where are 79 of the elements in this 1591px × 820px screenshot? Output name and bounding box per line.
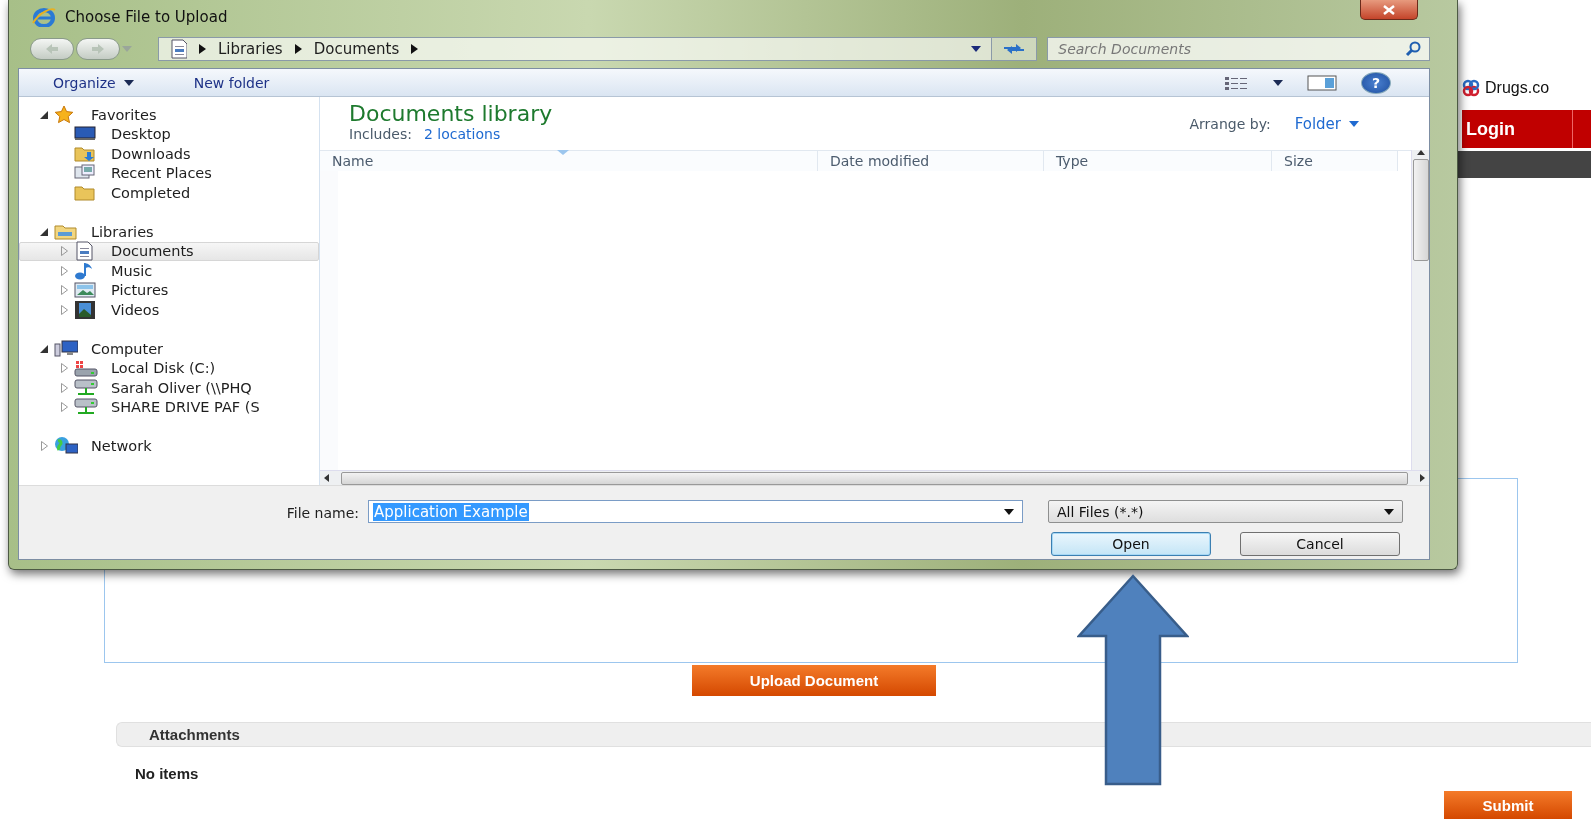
close-button[interactable] xyxy=(1360,0,1418,20)
caret-icon xyxy=(971,46,982,52)
browser-icon xyxy=(31,7,57,27)
computer-icon xyxy=(54,338,78,359)
column-header[interactable]: Name xyxy=(320,151,818,171)
arrange-dropdown[interactable]: Folder xyxy=(1294,115,1359,133)
caret-icon xyxy=(1273,79,1283,86)
horizontal-scrollbar[interactable] xyxy=(320,470,1429,485)
forward-button[interactable] xyxy=(76,38,120,60)
file-name-label: File name: xyxy=(286,505,360,521)
column-header[interactable]: Type xyxy=(1044,151,1272,171)
scroll-left-icon xyxy=(324,474,329,482)
caret-icon xyxy=(123,79,134,86)
network-icon xyxy=(54,436,78,457)
breadcrumb-item[interactable]: Documents xyxy=(313,40,400,58)
chevron-icon xyxy=(411,44,419,54)
nav-item[interactable]: Local Disk (C:) xyxy=(19,358,319,378)
breadcrumb-item[interactable]: Libraries xyxy=(217,40,283,58)
image-icon xyxy=(74,280,98,301)
nav-item[interactable]: Music xyxy=(19,261,319,281)
dialog-button[interactable]: Cancel xyxy=(1240,532,1400,556)
nav-item[interactable]: Documents xyxy=(19,241,319,261)
refresh-button[interactable] xyxy=(992,37,1038,61)
nav-item[interactable]: Downloads xyxy=(19,144,319,164)
help-button[interactable]: ? xyxy=(1361,71,1391,94)
nav-item[interactable]: Completed xyxy=(19,183,319,203)
nav-item[interactable]: Pictures xyxy=(19,280,319,300)
section-title: Attachments xyxy=(149,726,240,743)
nav-item[interactable]: Videos xyxy=(19,300,319,320)
caret-icon xyxy=(1349,121,1359,127)
nav-item[interactable]: SHARE DRIVE PAF (S xyxy=(19,397,319,417)
dialog-button[interactable]: Open xyxy=(1051,532,1211,556)
nav-item[interactable]: Sarah Oliver (\\PHQ xyxy=(19,378,319,398)
forward-arrow-icon xyxy=(91,43,105,55)
caret-icon xyxy=(1384,508,1394,515)
column-header[interactable]: Date modified xyxy=(818,151,1044,171)
toolbar-button[interactable]: Organize xyxy=(49,72,138,93)
back-arrow-icon xyxy=(45,43,59,55)
preview-pane-icon xyxy=(1307,74,1337,91)
search-box[interactable]: Search Documents xyxy=(1047,37,1430,61)
column-header[interactable]: Size xyxy=(1272,151,1398,171)
chevron-icon xyxy=(198,44,206,54)
scroll-right-icon xyxy=(1420,474,1425,482)
chevron-icon xyxy=(294,44,302,54)
search-icon xyxy=(1405,41,1421,57)
toolbar-button[interactable]: New folder xyxy=(189,72,274,93)
close-icon xyxy=(1382,4,1396,15)
locations-link[interactable]: 2 locations xyxy=(424,126,501,142)
submit-button[interactable]: Submit xyxy=(1444,791,1572,819)
vertical-scrollbar[interactable] xyxy=(1411,150,1429,470)
caret-icon xyxy=(122,46,132,52)
nav-item[interactable]: Network xyxy=(19,436,319,456)
document-icon xyxy=(168,39,187,59)
library-title: Documents library xyxy=(349,101,553,126)
nav-item[interactable]: Libraries xyxy=(19,222,319,242)
empty-message: No items xyxy=(135,765,199,782)
logo-icon xyxy=(1462,79,1480,97)
login-link[interactable]: Login xyxy=(1466,118,1515,140)
includes-label: Includes: xyxy=(349,126,412,142)
arrange-label: Arrange by: xyxy=(1189,116,1271,132)
file-type-dropdown[interactable]: All Files (*.*) xyxy=(1048,500,1403,523)
drive-icon xyxy=(74,358,98,379)
window-title: Choose File to Upload xyxy=(65,8,228,26)
caret-icon xyxy=(1004,508,1014,515)
sort-indicator-icon xyxy=(557,150,569,155)
nav-item[interactable]: Favorites xyxy=(19,105,319,125)
network-drive-icon xyxy=(74,377,98,398)
nav-item[interactable]: Recent Places xyxy=(19,163,319,183)
upload-button[interactable]: Upload Document xyxy=(692,665,936,696)
refresh-icon xyxy=(1003,42,1026,56)
back-button[interactable] xyxy=(30,38,74,60)
site-name: Drugs.co xyxy=(1485,79,1550,97)
film-icon xyxy=(74,299,98,320)
nav-item[interactable]: Computer xyxy=(19,339,319,359)
view-options-icon xyxy=(1225,75,1249,90)
nav-item[interactable]: Desktop xyxy=(19,124,319,144)
scroll-up-icon xyxy=(1416,150,1425,155)
search-field[interactable]: Search Documents xyxy=(1056,40,1405,58)
address-bar[interactable]: Libraries Documents xyxy=(157,37,993,61)
